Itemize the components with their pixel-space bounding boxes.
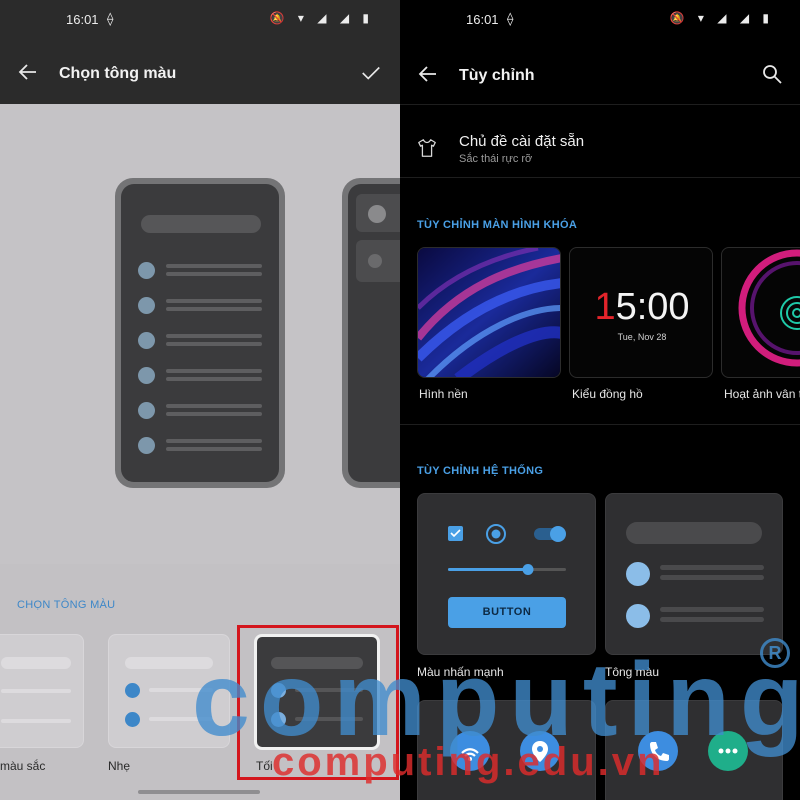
status-icons: 🔕 ▾ ◢ ◢ ▮ <box>269 11 374 25</box>
preset-subtitle: Sắc thái rực rỡ <box>459 153 533 165</box>
phone-preview-secondary <box>342 178 400 488</box>
phone-preview <box>115 178 285 488</box>
page-title: Chọn tông màu <box>59 65 177 82</box>
preview-list-row <box>138 400 263 420</box>
status-extra-icon: ⟠ <box>107 11 114 26</box>
watermark-logo-text: computing <box>192 642 800 758</box>
clock-date: Tue, Nov 28 <box>617 332 667 342</box>
fingerprint-animation-label: Hoạt ảnh vân t <box>724 387 800 401</box>
page-title: Tùy chỉnh <box>459 67 535 84</box>
system-heading: TÙY CHỈNH HỆ THỐNG <box>417 465 544 477</box>
clock-preview: 15:00 <box>594 286 690 328</box>
tone-swatch-colorful[interactable] <box>0 634 84 748</box>
clock-style-card[interactable]: 15:00 Tue, Nov 28 <box>569 247 713 378</box>
divider <box>400 177 800 178</box>
preview-list-row <box>138 365 263 385</box>
preview-list-row <box>138 330 263 350</box>
status-time: 16:01 <box>66 12 99 27</box>
status-bar: 16:01 ⟠ 🔕 ▾ ◢ ◢ ▮ <box>0 0 400 40</box>
section-heading: CHỌN TÔNG MÀU <box>17 599 116 611</box>
wallpaper-card[interactable] <box>417 247 561 378</box>
top-app-bar: Chọn tông màu <box>0 40 400 104</box>
wallpaper-preview <box>418 248 560 377</box>
fingerprint-icon <box>738 249 800 367</box>
swatch-label-colorful: màu sắc <box>0 759 46 773</box>
divider <box>400 104 800 105</box>
preview-title-bar <box>141 215 261 233</box>
status-icons: 🔕 ▾ ◢ ◢ ▮ <box>669 11 774 25</box>
divider <box>400 424 800 425</box>
lock-screen-heading: TÙY CHỈNH MÀN HÌNH KHÓA <box>417 219 578 231</box>
wallpaper-label: Hình nền <box>419 387 468 401</box>
preview-list-row <box>138 260 263 280</box>
shirt-icon <box>418 139 436 157</box>
preset-title: Chủ đề cài đặt sẵn <box>459 133 585 150</box>
confirm-check-icon[interactable] <box>360 62 382 84</box>
accent-color-card[interactable]: BUTTON <box>417 493 596 655</box>
back-arrow-icon[interactable] <box>416 62 440 86</box>
clock-style-label: Kiểu đồng hồ <box>572 387 643 401</box>
preview-list-row <box>138 435 263 455</box>
watermark-url-text: computing.edu.vn <box>272 740 665 784</box>
preset-theme-row[interactable]: Chủ đề cài đặt sẵn Sắc thái rực rỡ <box>400 114 800 176</box>
swatch-label-light: Nhẹ <box>108 759 131 773</box>
slider-icon <box>522 564 534 575</box>
registered-mark: R <box>760 638 790 668</box>
back-arrow-icon[interactable] <box>16 60 40 84</box>
accent-sample-button: BUTTON <box>448 597 566 628</box>
status-time: 16:01 <box>466 12 499 27</box>
phone-preview-screen <box>121 184 279 482</box>
fingerprint-animation-card[interactable] <box>721 247 800 378</box>
home-indicator[interactable] <box>138 790 260 794</box>
accent-controls-preview <box>448 524 566 575</box>
tone-color-card[interactable] <box>605 493 783 655</box>
search-icon[interactable] <box>760 62 784 86</box>
preview-list-row <box>138 295 263 315</box>
tone-preview <box>0 104 400 564</box>
status-extra-icon: ⟠ <box>507 11 514 26</box>
